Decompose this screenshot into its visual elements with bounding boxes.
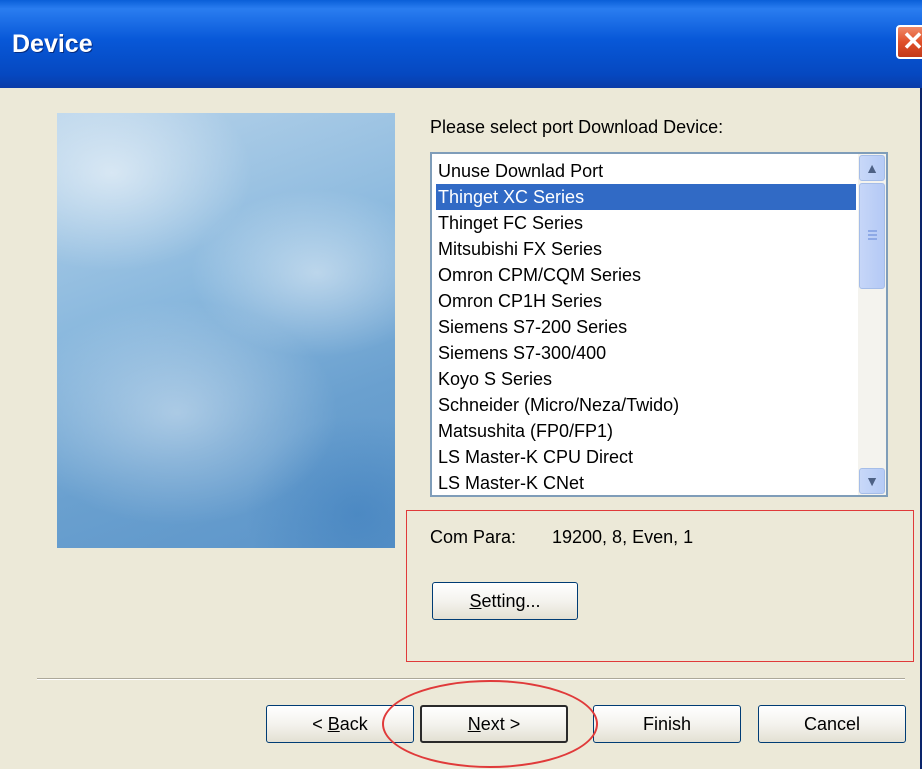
- vertical-scrollbar[interactable]: ▲ ▼: [858, 154, 886, 495]
- list-item[interactable]: Unuse Downlad Port: [436, 158, 856, 184]
- window-title: Device: [12, 30, 93, 58]
- scroll-down-button[interactable]: ▼: [859, 468, 885, 494]
- com-para-value: 19200, 8, Even, 1: [552, 527, 694, 547]
- device-list-items: Unuse Downlad Port Thinget XC Series Thing…: [436, 158, 856, 495]
- list-item[interactable]: Matsushita (FP0/FP1): [436, 418, 856, 444]
- grip-icon: [868, 230, 877, 240]
- list-item[interactable]: Siemens S7-300/400: [436, 340, 856, 366]
- list-item[interactable]: Thinget FC Series: [436, 210, 856, 236]
- next-mnemonic: N: [467, 714, 481, 734]
- device-dialog: Device ✕ Please select port Download Dev…: [0, 0, 922, 769]
- list-item[interactable]: Schneider (Micro/Neza/Twido): [436, 392, 856, 418]
- list-item[interactable]: LS Master-K CNet: [436, 470, 856, 495]
- next-label: ext >: [480, 714, 521, 734]
- list-item[interactable]: LS Master-K CPU Direct: [436, 444, 856, 470]
- chevron-up-icon: ▲: [865, 160, 879, 176]
- list-item[interactable]: Siemens S7-200 Series: [436, 314, 856, 340]
- chevron-down-icon: ▼: [865, 473, 879, 489]
- list-item[interactable]: Mitsubishi FX Series: [436, 236, 856, 262]
- setting-label: etting...: [481, 591, 541, 611]
- list-item[interactable]: Thinget XC Series: [436, 184, 856, 210]
- setting-button[interactable]: Setting...: [432, 582, 578, 620]
- scrollbar-thumb[interactable]: [859, 183, 885, 289]
- list-item[interactable]: Omron CPM/CQM Series: [436, 262, 856, 288]
- back-prefix: <: [312, 714, 328, 734]
- close-button[interactable]: ✕: [896, 25, 922, 59]
- close-icon: ✕: [902, 26, 922, 56]
- cancel-button[interactable]: Cancel: [758, 705, 906, 743]
- next-button[interactable]: Next >: [420, 705, 568, 743]
- finish-button[interactable]: Finish: [593, 705, 741, 743]
- scroll-up-button[interactable]: ▲: [859, 155, 885, 181]
- device-prompt-label: Please select port Download Device:: [430, 117, 724, 137]
- back-mnemonic: B: [327, 714, 340, 734]
- back-label: ack: [339, 714, 368, 734]
- setting-mnemonic: S: [469, 591, 482, 611]
- list-item[interactable]: Koyo S Series: [436, 366, 856, 392]
- wizard-banner-image: [57, 113, 395, 548]
- device-listbox[interactable]: Unuse Downlad Port Thinget XC Series Thing…: [430, 152, 888, 497]
- title-bar[interactable]: Device ✕: [0, 0, 922, 88]
- footer-divider: [37, 678, 905, 680]
- back-button[interactable]: < Back: [266, 705, 414, 743]
- com-para-label: Com Para:: [430, 527, 517, 547]
- list-item[interactable]: Omron CP1H Series: [436, 288, 856, 314]
